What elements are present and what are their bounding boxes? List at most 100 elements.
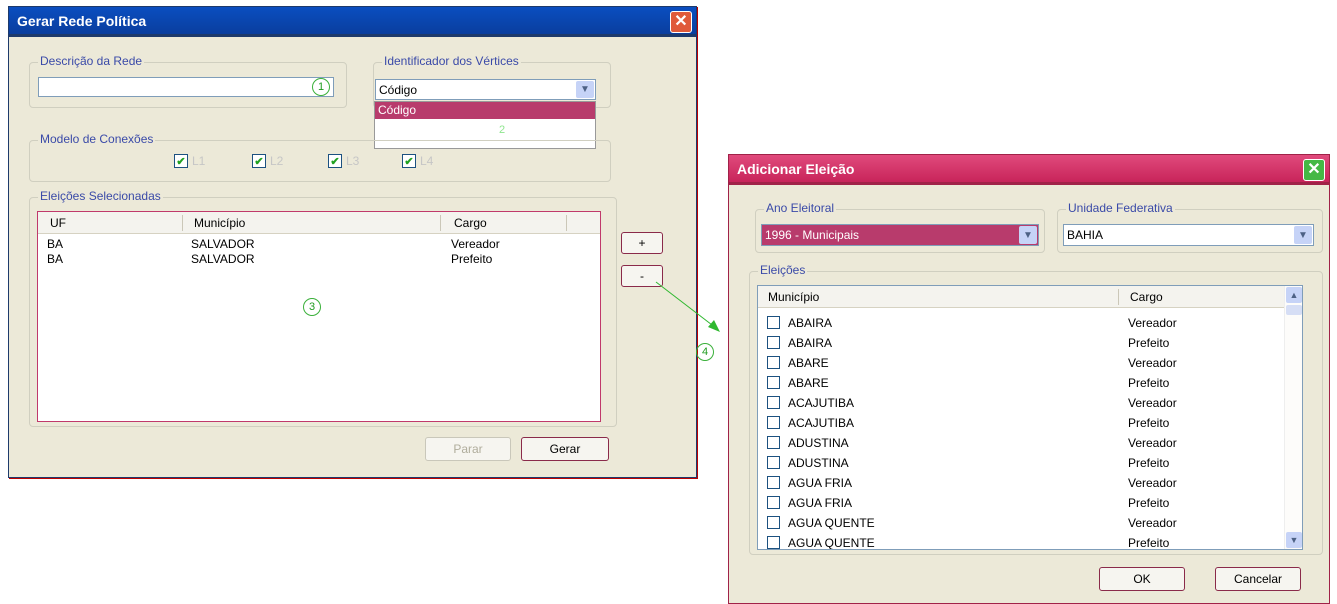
list-item[interactable]: AGUA QUENTE Prefeito — [758, 533, 1284, 550]
descricao-group: Descrição da Rede 1 — [29, 54, 347, 108]
cell-cargo: Vereador — [451, 237, 500, 251]
vertical-scrollbar[interactable]: ▲ ▼ — [1284, 286, 1302, 549]
row-checkbox[interactable] — [767, 536, 780, 549]
scroll-thumb[interactable] — [1286, 305, 1302, 315]
list-item[interactable]: ACAJUTIBA Vereador — [758, 393, 1284, 413]
row-checkbox[interactable] — [767, 476, 780, 489]
list-item[interactable]: ADUSTINA Vereador — [758, 433, 1284, 453]
row-checkbox[interactable] — [767, 456, 780, 469]
gerar-button[interactable]: Gerar — [521, 437, 609, 461]
ok-button[interactable]: OK — [1099, 567, 1185, 591]
checkbox-l4[interactable]: ✔ — [402, 154, 416, 168]
dialog-eleicoes-list[interactable]: Município Cargo ABAIRA Vereador ABAIRA Pre… — [757, 285, 1303, 550]
row-checkbox[interactable] — [767, 516, 780, 529]
col-municipio[interactable]: Município — [194, 216, 245, 230]
item-municipio: ACAJUTIBA — [788, 396, 855, 410]
item-municipio: ACAJUTIBA — [788, 416, 855, 430]
list-item[interactable]: AGUA FRIA Prefeito — [758, 493, 1284, 513]
uf-select[interactable]: BAHIA ▼ — [1063, 224, 1314, 246]
cell-cargo: Prefeito — [451, 252, 493, 266]
item-municipio: AGUA QUENTE — [788, 536, 875, 550]
add-election-button[interactable]: + — [621, 232, 663, 254]
item-municipio: ADUSTINA — [788, 436, 849, 450]
row-checkbox[interactable] — [767, 356, 780, 369]
close-button[interactable]: ✕ — [670, 11, 692, 33]
item-cargo: Prefeito — [1128, 416, 1170, 430]
col-uf[interactable]: UF — [50, 216, 66, 230]
identificador-value: Código — [379, 82, 418, 97]
scroll-down-icon[interactable]: ▼ — [1286, 532, 1302, 548]
cancel-button[interactable]: Cancelar — [1215, 567, 1301, 591]
item-cargo: Vereador — [1128, 476, 1177, 490]
dialog-close-button[interactable]: ✕ — [1303, 159, 1325, 181]
parar-button[interactable]: Parar — [425, 437, 511, 461]
item-cargo: Prefeito — [1128, 336, 1170, 350]
gerar-rede-window: Gerar Rede Política ✕ Descrição da Rede … — [8, 6, 697, 478]
ano-group: Ano Eleitoral 1996 - Municipais ▼ — [755, 201, 1045, 253]
close-icon: ✕ — [674, 13, 688, 30]
item-municipio: AGUA QUENTE — [788, 516, 875, 530]
col-cargo[interactable]: Cargo — [454, 216, 487, 230]
item-cargo: Vereador — [1128, 316, 1177, 330]
col-municipio[interactable]: Município — [768, 290, 819, 304]
row-checkbox[interactable] — [767, 496, 780, 509]
dropdown-option-codigo[interactable]: Código — [375, 102, 595, 119]
modelo-label: Modelo de Conexões — [38, 132, 156, 146]
item-cargo: Vereador — [1128, 356, 1177, 370]
chevron-down-icon[interactable]: ▼ — [1294, 226, 1312, 244]
uf-group: Unidade Federativa BAHIA ▼ — [1057, 201, 1323, 253]
ano-select[interactable]: 1996 - Municipais ▼ — [761, 224, 1039, 246]
ano-label: Ano Eleitoral — [764, 201, 837, 215]
list-item[interactable]: AGUA FRIA Vereador — [758, 473, 1284, 493]
adicionar-eleicao-dialog: Adicionar Eleição ✕ Ano Eleitoral 1996 -… — [728, 154, 1330, 604]
identificador-select[interactable]: Código ▼ — [375, 79, 596, 100]
window-title: Gerar Rede Política — [17, 12, 147, 29]
row-checkbox[interactable] — [767, 336, 780, 349]
chevron-down-icon[interactable]: ▼ — [1019, 226, 1037, 244]
item-municipio: ABARE — [788, 356, 829, 370]
cell-uf: BA — [47, 237, 64, 251]
dialog-eleicoes-label: Eleições — [758, 263, 808, 277]
checkbox-l2[interactable]: ✔ — [252, 154, 266, 168]
row-checkbox[interactable] — [767, 396, 780, 409]
column-separator — [566, 215, 567, 231]
list-item[interactable]: ABAIRA Prefeito — [758, 333, 1284, 353]
column-separator — [182, 215, 183, 231]
checkbox-l3[interactable]: ✔ — [328, 154, 342, 168]
column-separator — [440, 215, 441, 231]
cell-uf: BA — [47, 252, 64, 266]
table-row[interactable]: BA SALVADOR Vereador — [38, 237, 600, 253]
list-item[interactable]: AGUA QUENTE Vereador — [758, 513, 1284, 533]
col-cargo[interactable]: Cargo — [1130, 290, 1163, 304]
close-icon: ✕ — [1307, 161, 1321, 178]
row-checkbox[interactable] — [767, 316, 780, 329]
title-bar[interactable]: Gerar Rede Política ✕ — [9, 7, 696, 37]
check-icon: ✔ — [176, 155, 186, 168]
item-cargo: Prefeito — [1128, 456, 1170, 470]
scroll-up-icon[interactable]: ▲ — [1286, 287, 1302, 303]
checkbox-l4-label: L4 — [420, 154, 434, 168]
table-row[interactable]: BA SALVADOR Prefeito — [38, 252, 600, 268]
list-item[interactable]: ADUSTINA Prefeito — [758, 453, 1284, 473]
eleicoes-list[interactable]: UF Município Cargo BA SALVADOR Vereador … — [37, 211, 601, 422]
checkbox-l2-label: L2 — [270, 154, 284, 168]
item-municipio: ABAIRA — [788, 336, 833, 350]
check-icon: ✔ — [330, 155, 340, 168]
list-item[interactable]: ABARE Prefeito — [758, 373, 1284, 393]
descricao-input[interactable] — [38, 77, 334, 97]
list-item[interactable]: ACAJUTIBA Prefeito — [758, 413, 1284, 433]
modelo-group: Modelo de Conexões ✔ L1 ✔ L2 ✔ L3 ✔ L4 — [29, 132, 611, 182]
item-municipio: ABARE — [788, 376, 829, 390]
chevron-down-icon[interactable]: ▼ — [576, 81, 594, 98]
item-cargo: Vereador — [1128, 516, 1177, 530]
list-item[interactable]: ABAIRA Vereador — [758, 313, 1284, 333]
row-checkbox[interactable] — [767, 416, 780, 429]
item-municipio: AGUA FRIA — [788, 496, 853, 510]
row-checkbox[interactable] — [767, 436, 780, 449]
checkbox-l1[interactable]: ✔ — [174, 154, 188, 168]
list-item[interactable]: ABARE Vereador — [758, 353, 1284, 373]
row-checkbox[interactable] — [767, 376, 780, 389]
annotation-1: 1 — [312, 78, 330, 96]
dialog-title-bar[interactable]: Adicionar Eleição ✕ — [729, 155, 1329, 185]
uf-value: BAHIA — [1067, 228, 1104, 242]
